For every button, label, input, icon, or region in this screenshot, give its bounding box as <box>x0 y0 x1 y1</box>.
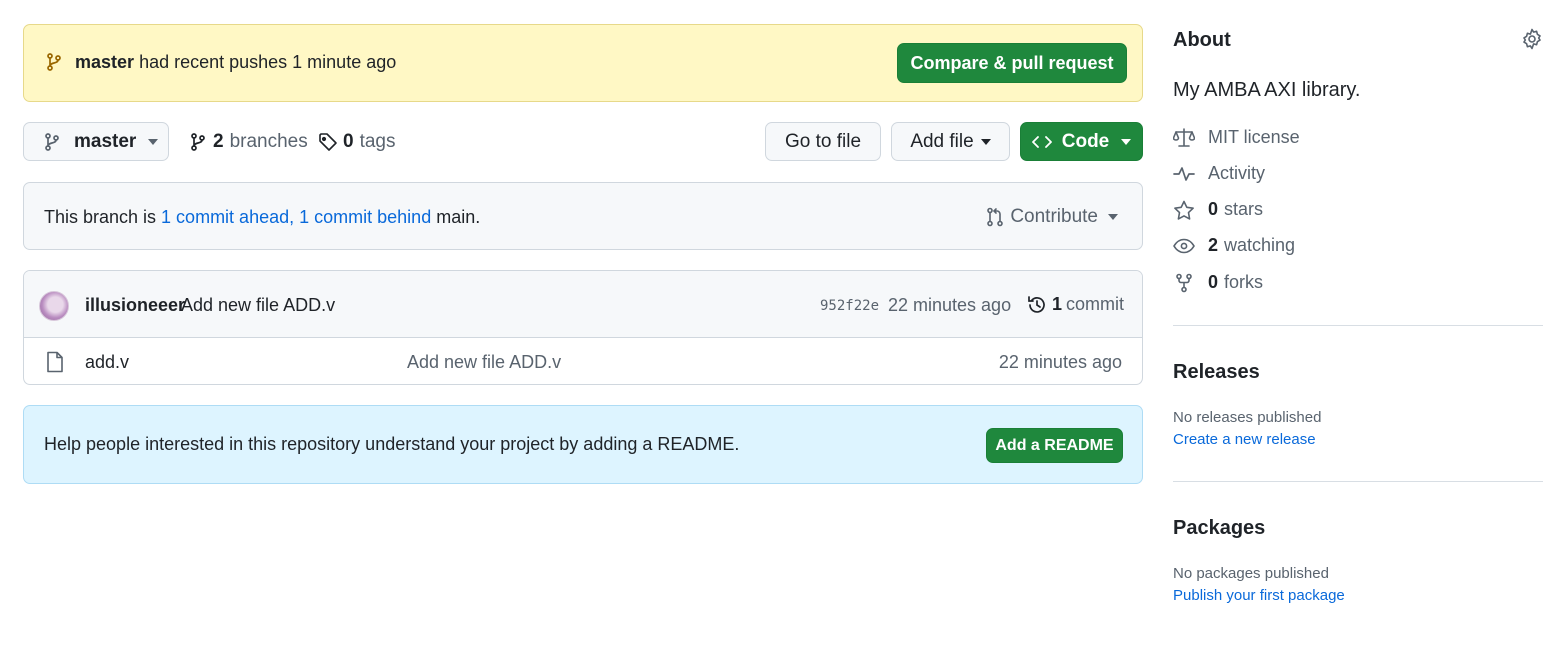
readme-prompt: Help people interested in this repositor… <box>23 405 1143 484</box>
branch-status-text: This branch is 1 commit ahead, 1 commit … <box>44 207 480 228</box>
branches-label: branches <box>229 131 308 152</box>
file-commit-message-link[interactable]: Add new file ADD.v <box>407 352 561 373</box>
code-button[interactable]: Code <box>1020 122 1143 161</box>
watching-label: watching <box>1224 235 1296 255</box>
forks-label: forks <box>1224 272 1264 292</box>
push-message-text: had recent pushes 1 minute ago <box>139 52 397 72</box>
commit-message[interactable]: Add new file ADD.v <box>181 295 335 316</box>
push-branch-name[interactable]: master <box>75 52 134 72</box>
commit-author[interactable]: illusioneeer <box>85 295 185 316</box>
git-branch-icon <box>190 133 206 151</box>
tags-link[interactable]: 0 tags <box>318 131 396 153</box>
activity-link[interactable]: Activity <box>1173 163 1265 184</box>
releases-title[interactable]: Releases <box>1173 361 1260 384</box>
caret-down-icon <box>980 138 991 145</box>
activity-label: Activity <box>1208 163 1266 183</box>
contribute-button[interactable]: Contribute <box>986 206 1118 228</box>
sidebar-divider <box>1173 325 1543 326</box>
git-branch-icon <box>46 53 62 71</box>
caret-down-icon <box>1108 214 1118 220</box>
watchers-link[interactable]: 2 watching <box>1173 235 1295 256</box>
tags-label: tags <box>359 131 396 152</box>
branch-status-prefix: This branch is <box>44 207 162 227</box>
add-file-label: Add file <box>910 130 974 152</box>
license-label: MIT license <box>1208 127 1300 147</box>
branch-status-suffix: main. <box>431 207 481 227</box>
commit-sha[interactable]: 952f22e <box>820 298 879 314</box>
code-icon <box>1031 135 1052 149</box>
code-button-label: Code <box>1061 130 1110 152</box>
git-branch-icon <box>44 132 60 151</box>
latest-commit-row: illusioneeer Add new file ADD.v 952f22e … <box>24 271 1142 338</box>
add-file-button[interactable]: Add file <box>891 122 1010 161</box>
add-readme-button[interactable]: Add a README <box>986 428 1123 463</box>
forks-link[interactable]: 0 forks <box>1173 272 1263 293</box>
recent-push-banner: master had recent pushes 1 minute ago Co… <box>23 24 1143 102</box>
caret-down-icon <box>1121 138 1132 145</box>
file-commit-time: 22 minutes ago <box>998 352 1122 372</box>
tag-icon <box>318 132 338 152</box>
forks-count: 0 <box>1208 272 1219 292</box>
readme-prompt-text: Help people interested in this repositor… <box>44 434 740 454</box>
no-packages-text: No packages published <box>1173 565 1329 582</box>
commits-behind-link[interactable]: 1 commit behind <box>299 207 431 227</box>
stars-text: 0 stars <box>1208 199 1263 220</box>
eye-icon <box>1173 238 1195 254</box>
law-icon <box>1173 127 1195 148</box>
watching-text: 2 watching <box>1208 235 1295 256</box>
table-row[interactable]: add.v Add new file ADD.v 22 minutes ago <box>24 338 1142 384</box>
sidebar-divider <box>1173 481 1543 482</box>
watching-count: 2 <box>1208 235 1219 255</box>
star-icon <box>1173 200 1195 220</box>
file-icon <box>46 351 64 373</box>
caret-down-icon <box>148 138 159 145</box>
about-title: About <box>1173 29 1231 51</box>
stars-label: stars <box>1224 199 1264 219</box>
no-releases-text: No releases published <box>1173 409 1322 426</box>
contribute-label: Contribute <box>1010 206 1098 227</box>
history-icon <box>1027 295 1047 315</box>
tags-count: 0 <box>343 131 354 152</box>
compare-pull-request-button[interactable]: Compare & pull request <box>897 43 1127 83</box>
go-to-file-button[interactable]: Go to file <box>765 122 881 161</box>
branch-selector-label: master <box>74 130 137 152</box>
commit-count-label: commit <box>1066 294 1125 314</box>
avatar[interactable] <box>39 291 69 321</box>
pulse-icon <box>1173 166 1195 182</box>
push-message: master had recent pushes 1 minute ago <box>75 52 396 73</box>
license-link[interactable]: MIT license <box>1173 127 1300 148</box>
branch-selector[interactable]: master <box>23 122 169 161</box>
commit-history-link[interactable]: 1 commit <box>1027 294 1124 315</box>
commit-time: 22 minutes ago <box>888 295 1012 315</box>
commits-ahead-link[interactable]: 1 commit ahead <box>161 207 289 227</box>
commit-count: 1 <box>1052 294 1063 314</box>
file-name-link[interactable]: add.v <box>85 352 129 373</box>
create-release-link[interactable]: Create a new release <box>1173 431 1316 448</box>
stars-link[interactable]: 0 stars <box>1173 199 1263 220</box>
repo-forked-icon <box>1173 273 1195 293</box>
forks-text: 0 forks <box>1208 272 1263 293</box>
branch-status-separator: , <box>289 207 300 227</box>
branches-count: 2 <box>213 131 224 152</box>
packages-title[interactable]: Packages <box>1173 517 1265 540</box>
gear-icon[interactable] <box>1521 28 1543 50</box>
pull-request-icon <box>986 207 1004 227</box>
branches-link[interactable]: 2 branches <box>190 131 308 153</box>
stars-count: 0 <box>1208 199 1219 219</box>
file-table: illusioneeer Add new file ADD.v 952f22e … <box>23 270 1143 385</box>
branch-compare-box: This branch is 1 commit ahead, 1 commit … <box>23 182 1143 250</box>
repo-description: My AMBA AXI library. <box>1173 79 1361 101</box>
publish-package-link[interactable]: Publish your first package <box>1173 587 1345 604</box>
